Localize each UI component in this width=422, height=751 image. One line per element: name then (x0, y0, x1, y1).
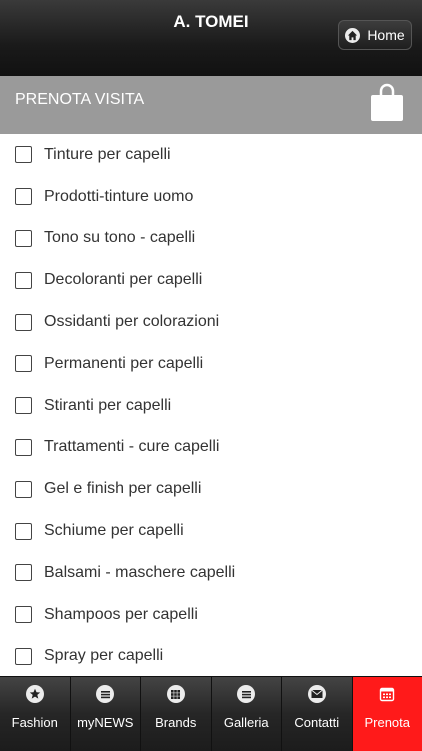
tab-label: Prenota (364, 715, 410, 730)
checkbox[interactable] (15, 397, 32, 414)
tab-label: myNEWS (77, 715, 133, 730)
shopping-bag-icon[interactable] (370, 82, 404, 122)
list-item-label: Tono su tono - capelli (44, 229, 195, 247)
tab-label: Fashion (12, 715, 58, 730)
calendar-icon (378, 685, 396, 703)
tab-mynews[interactable]: myNEWS (71, 677, 142, 751)
list-item[interactable]: Stiranti per capelli (0, 385, 422, 427)
tab-label: Brands (155, 715, 196, 730)
list-item-label: Tinture per capelli (44, 146, 171, 164)
checkbox[interactable] (15, 146, 32, 163)
list-item[interactable]: Gel e finish per capelli (0, 468, 422, 510)
home-button-label: Home (367, 27, 404, 43)
checkbox[interactable] (15, 314, 32, 331)
list-icon (237, 685, 255, 703)
list-item-label: Trattamenti - cure capelli (44, 438, 219, 456)
list-item[interactable]: Tono su tono - capelli (0, 218, 422, 260)
header-bar: A. TOMEI Home (0, 0, 422, 76)
checkbox[interactable] (15, 439, 32, 456)
list-item[interactable]: Balsami - maschere capelli (0, 552, 422, 594)
list-item-label: Balsami - maschere capelli (44, 564, 235, 582)
list-item[interactable]: Trattamenti - cure capelli (0, 427, 422, 469)
tab-label: Contatti (294, 715, 339, 730)
checkbox[interactable] (15, 648, 32, 665)
list-item-label: Gel e finish per capelli (44, 480, 201, 498)
tab-contatti[interactable]: Contatti (282, 677, 353, 751)
tab-galleria[interactable]: Galleria (212, 677, 283, 751)
list-item[interactable]: Permanenti per capelli (0, 343, 422, 385)
list-item-label: Ossidanti per colorazioni (44, 313, 219, 331)
list-item[interactable]: Spray per capelli (0, 636, 422, 678)
list-item-label: Prodotti-tinture uomo (44, 188, 193, 206)
list-item-label: Permanenti per capelli (44, 355, 203, 373)
mail-icon (308, 685, 326, 703)
list-item[interactable]: Ossidanti per colorazioni (0, 301, 422, 343)
list-item-label: Shampoos per capelli (44, 606, 198, 624)
grid-icon (167, 685, 185, 703)
list-item[interactable]: Tinture per capelli (0, 134, 422, 176)
list-icon (96, 685, 114, 703)
list-item[interactable]: Shampoos per capelli (0, 594, 422, 636)
tab-bar: Fashion myNEWS Brands Galleria Contatti Preno… (0, 676, 422, 751)
list-item-label: Schiume per capelli (44, 522, 184, 540)
tab-label: Galleria (224, 715, 269, 730)
checkbox[interactable] (15, 523, 32, 540)
checkbox[interactable] (15, 230, 32, 247)
home-button[interactable]: Home (338, 20, 412, 50)
list-item-label: Decoloranti per capelli (44, 271, 202, 289)
tab-brands[interactable]: Brands (141, 677, 212, 751)
list-item[interactable]: Prodotti-tinture uomo (0, 176, 422, 218)
list-item-label: Spray per capelli (44, 647, 163, 665)
tab-prenota[interactable]: Prenota (353, 677, 422, 751)
list-item[interactable]: Schiume per capelli (0, 510, 422, 552)
checkbox[interactable] (15, 481, 32, 498)
service-list: Tinture per capelli Prodotti-tinture uomo… (0, 134, 422, 677)
tab-fashion[interactable]: Fashion (0, 677, 71, 751)
section-header: PRENOTA VISITA (0, 76, 422, 134)
list-item[interactable]: Decoloranti per capelli (0, 259, 422, 301)
home-icon (345, 28, 360, 43)
checkbox[interactable] (15, 355, 32, 372)
checkbox[interactable] (15, 564, 32, 581)
star-icon (26, 685, 44, 703)
section-title: PRENOTA VISITA (15, 91, 144, 109)
checkbox[interactable] (15, 272, 32, 289)
checkbox[interactable] (15, 188, 32, 205)
list-item-label: Stiranti per capelli (44, 397, 171, 415)
checkbox[interactable] (15, 606, 32, 623)
